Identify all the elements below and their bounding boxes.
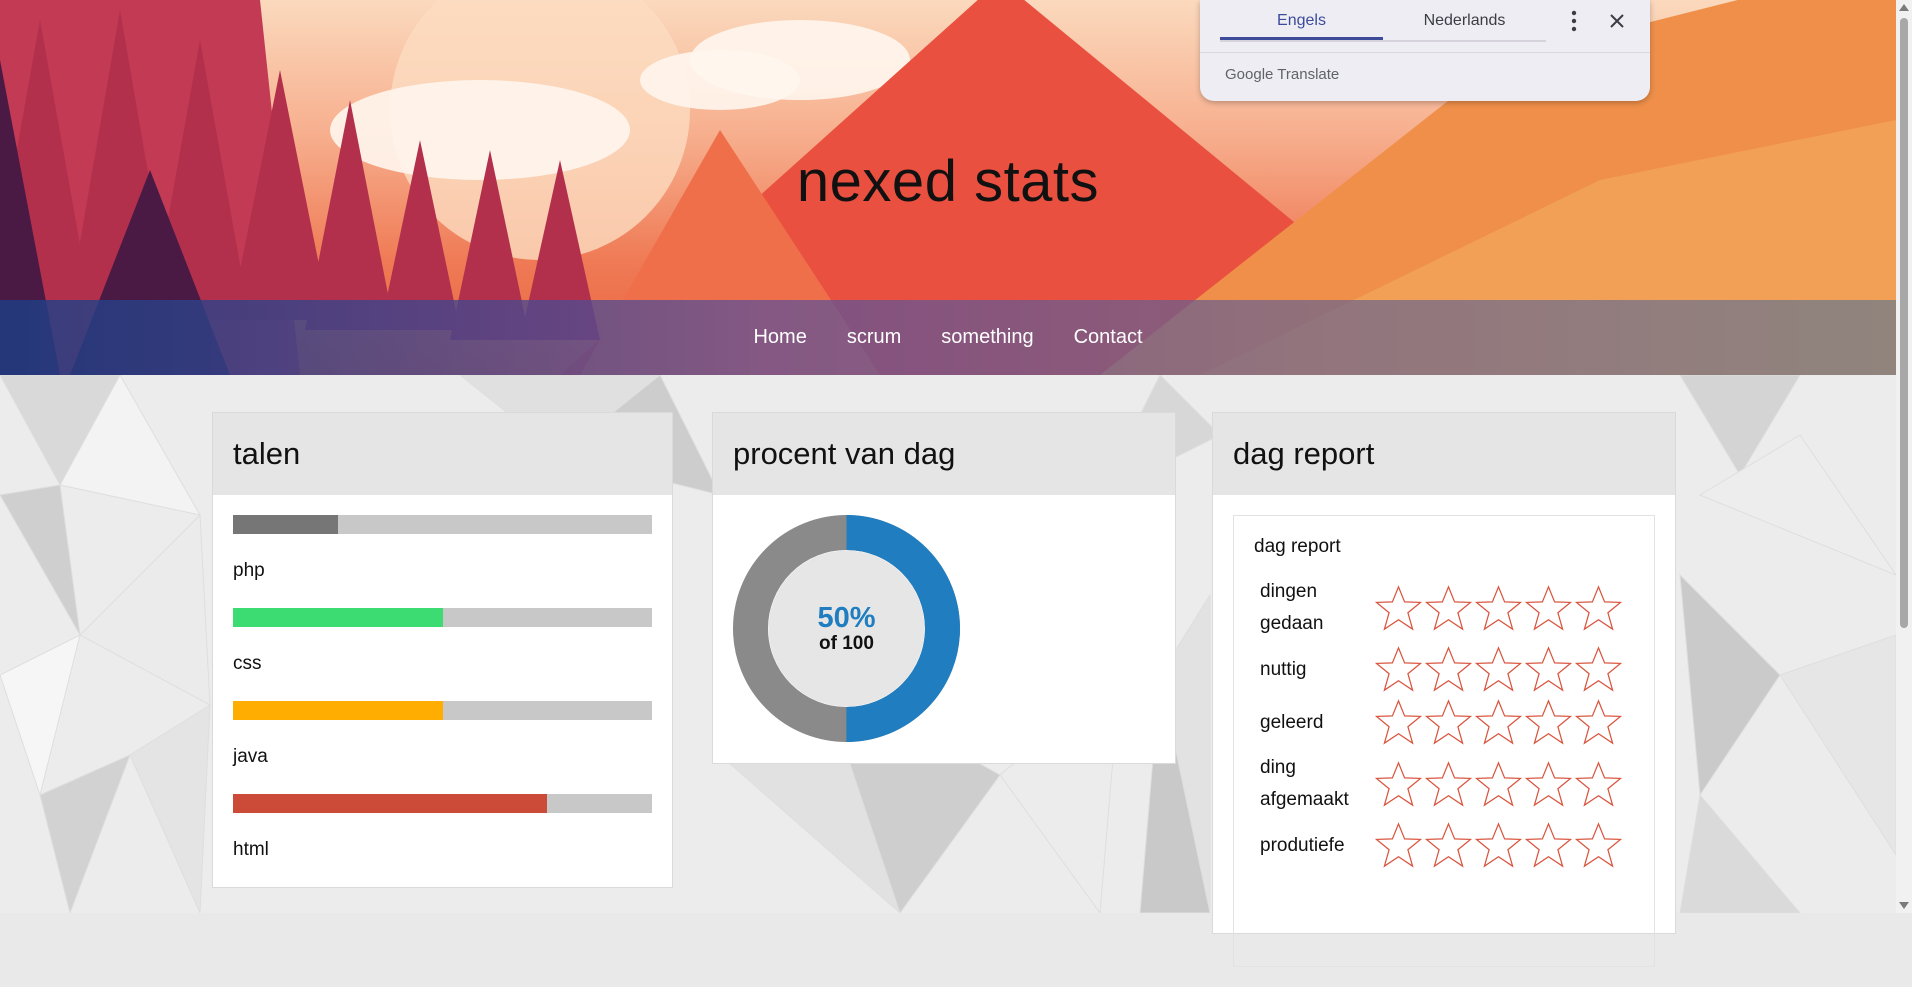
rating-label: produtiefe [1260, 834, 1345, 856]
star-icon[interactable] [1424, 760, 1473, 808]
star-icon[interactable] [1424, 822, 1473, 869]
star-icon[interactable] [1474, 584, 1523, 632]
tab-nederlands[interactable]: Nederlands [1383, 0, 1546, 40]
star-rating [1374, 760, 1623, 808]
site-title: nexed stats [796, 149, 1100, 214]
scroll-up-arrow-icon[interactable] [1899, 4, 1909, 11]
star-icon[interactable] [1474, 760, 1523, 808]
page-scrollbar[interactable] [1896, 0, 1912, 913]
star-icon[interactable] [1374, 760, 1423, 808]
star-rating [1374, 646, 1623, 693]
star-icon[interactable] [1474, 699, 1523, 746]
translate-tabs: Engels Nederlands [1220, 0, 1546, 42]
star-icon[interactable] [1474, 822, 1523, 869]
nav-something-link[interactable]: something [941, 326, 1033, 349]
star-icon[interactable] [1574, 646, 1623, 693]
star-icon[interactable] [1574, 584, 1623, 632]
php-progress-fill [233, 515, 338, 534]
scrollbar-thumb[interactable] [1900, 18, 1908, 628]
rating-label: dingen gedaan [1260, 581, 1324, 634]
css-progress-fill [233, 608, 443, 627]
rating-label: geleerd [1260, 711, 1324, 733]
star-icon[interactable] [1374, 584, 1423, 632]
star-icon[interactable] [1424, 584, 1473, 632]
rating-label: ding afgemaakt [1260, 757, 1349, 810]
html-label: html [233, 839, 269, 860]
rating-row: produtiefe [1254, 822, 1634, 869]
donut-percent-text: 50% [817, 601, 876, 634]
report-box-title: dag report [1254, 536, 1341, 557]
java-label: java [233, 746, 268, 767]
google-wordmark: Google [1225, 66, 1274, 83]
star-icon[interactable] [1574, 760, 1623, 808]
star-icon[interactable] [1524, 822, 1573, 869]
java-progress-fill [233, 701, 443, 720]
php-progress-bar [233, 515, 652, 534]
donut-chart: 50% of 100 [733, 515, 960, 742]
html-progress-bar [233, 794, 652, 813]
rating-row: nuttig [1254, 646, 1634, 693]
star-icon[interactable] [1524, 699, 1573, 746]
star-icon[interactable] [1374, 822, 1423, 869]
star-icon[interactable] [1374, 699, 1423, 746]
report-card: dag report dag report dingen gedaan nutti… [1212, 412, 1676, 967]
star-icon[interactable] [1374, 646, 1423, 693]
google-translate-logo: Google Translate [1225, 66, 1339, 83]
star-icon[interactable] [1524, 760, 1573, 808]
report-card-title: dag report [1213, 413, 1675, 495]
main-nav: Home scrum something Contact [0, 300, 1896, 375]
nav-scrum-link[interactable]: scrum [847, 326, 901, 349]
css-progress-bar [233, 608, 652, 627]
star-rating [1374, 584, 1623, 632]
rating-label: nuttig [1260, 658, 1307, 680]
translate-divider [1200, 52, 1650, 53]
rating-row: dingen gedaan [1254, 576, 1634, 640]
star-icon[interactable] [1524, 646, 1573, 693]
star-rating [1374, 699, 1623, 746]
java-progress-bar [233, 701, 652, 720]
star-rating [1374, 822, 1623, 869]
star-icon[interactable] [1574, 822, 1623, 869]
php-label: php [233, 560, 265, 581]
report-box: dag report dingen gedaan nuttig geleerd din… [1233, 515, 1655, 967]
nav-home-link[interactable]: Home [753, 326, 806, 349]
rating-row: geleerd [1254, 699, 1634, 746]
talen-bars: php css java html [213, 495, 672, 907]
scroll-down-arrow-icon[interactable] [1899, 902, 1909, 909]
tab-engels[interactable]: Engels [1220, 0, 1383, 40]
talen-card: talen php css java html [212, 412, 673, 888]
procent-card-title: procent van dag [713, 413, 1175, 495]
procent-card: procent van dag 50% of 100 [712, 412, 1176, 764]
star-icon[interactable] [1574, 699, 1623, 746]
donut-of-text: of 100 [819, 632, 874, 654]
star-icon[interactable] [1474, 646, 1523, 693]
nav-contact-link[interactable]: Contact [1074, 326, 1143, 349]
css-label: css [233, 653, 262, 674]
rating-row: ding afgemaakt [1254, 752, 1634, 816]
star-icon[interactable] [1424, 699, 1473, 746]
html-progress-fill [233, 794, 548, 813]
star-icon[interactable] [1524, 584, 1573, 632]
talen-card-title: talen [213, 413, 672, 495]
rating-list: dingen gedaan nuttig geleerd ding afgemaakt… [1254, 576, 1634, 869]
more-options-icon[interactable] [1562, 8, 1586, 34]
close-icon[interactable] [1604, 8, 1630, 34]
star-icon[interactable] [1424, 646, 1473, 693]
translate-popup: Engels Nederlands Google Translate [1200, 0, 1650, 101]
translate-wordmark: Translate [1277, 66, 1340, 83]
